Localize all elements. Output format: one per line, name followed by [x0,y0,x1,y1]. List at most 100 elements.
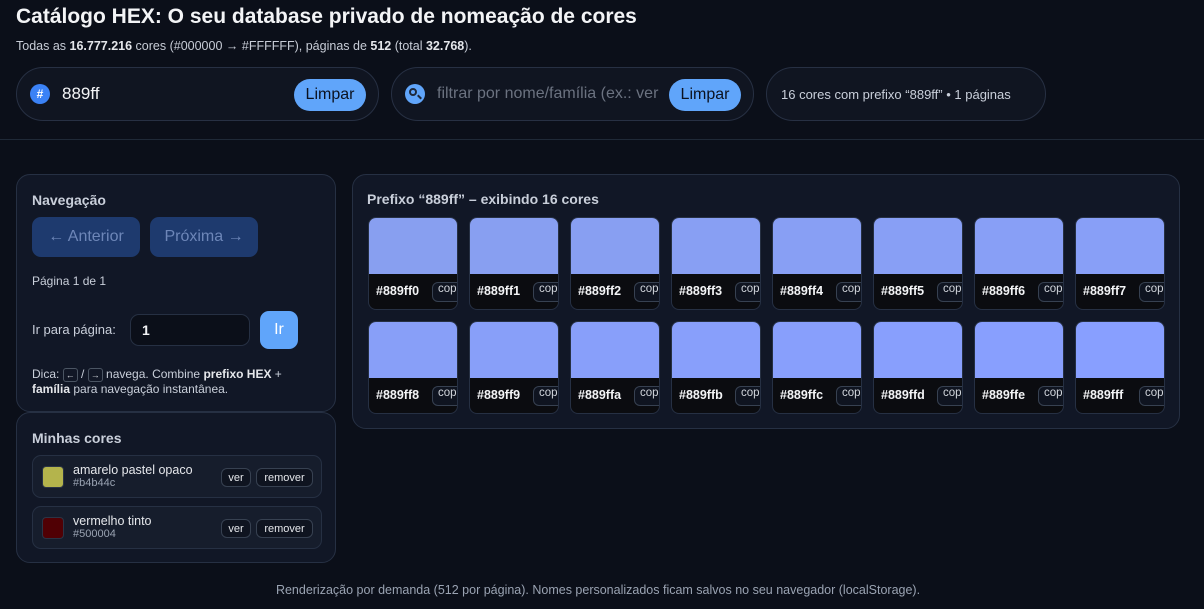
next-page-button[interactable]: Próxima → [150,217,258,257]
prefix-search-bar: # Limpar [16,67,379,121]
color-swatch-card[interactable]: #889ff0 copiar [368,217,458,310]
swatch-hex: #889ff0 [376,284,420,298]
footer-note: Renderização por demanda (512 por página… [275,583,921,597]
copy-button[interactable]: copiar [836,282,861,302]
copy-button[interactable]: copiar [1139,386,1164,406]
remove-button[interactable]: remover [256,468,313,487]
swatch-hex: #889ff9 [477,388,521,402]
prefix-input[interactable] [62,84,282,104]
color-swatch [42,517,64,539]
color-swatch-card[interactable]: #889ff7 copiar [1075,217,1165,310]
swatch-color[interactable] [975,322,1063,378]
copy-button[interactable]: copiar [1038,282,1063,302]
view-button[interactable]: ver [221,519,251,538]
my-color-item: amarelo pastel opaco #b4b44c ver remover [32,455,322,498]
swatch-color[interactable] [369,218,457,274]
color-swatch-card[interactable]: #889ff2 copiar [570,217,660,310]
right-arrow-key-icon: → [87,368,103,382]
copy-button[interactable]: copiar [735,386,760,406]
swatch-color[interactable] [571,218,659,274]
go-button[interactable]: Ir [260,311,298,349]
swatch-hex: #889ff8 [376,388,420,402]
color-swatch-card[interactable]: #889ffd copiar [873,321,963,414]
swatch-hex: #889ff2 [578,284,622,298]
goto-page-input[interactable] [130,314,250,346]
copy-button[interactable]: copiar [1038,386,1063,406]
swatch-color[interactable] [874,218,962,274]
color-swatch-card[interactable]: #889ff6 copiar [974,217,1064,310]
copy-button[interactable]: copiar [937,282,962,302]
filter-search-bar: Limpar [391,67,754,121]
subtitle-text: cores (#000000 → #FFFFFF), páginas de [132,39,371,53]
filter-input[interactable] [437,85,659,103]
copy-button[interactable]: copiar [533,386,558,406]
color-hex: #500004 [73,528,116,540]
copy-button[interactable]: copiar [533,282,558,302]
swatch-hex: #889ff6 [982,284,1026,298]
color-swatch-card[interactable]: #889ffe copiar [974,321,1064,414]
color-swatch-card[interactable]: #889ff3 copiar [671,217,761,310]
my-colors-panel: Minhas cores amarelo pastel opaco #b4b44… [16,412,336,563]
swatch-hex: #889ff4 [780,284,824,298]
tip-text: para navegação instantânea. [70,382,229,396]
result-count: 16 cores com prefixo “889ff” • 1 páginas [766,67,1046,121]
copy-button[interactable]: copiar [634,386,659,406]
grid-heading: Prefixo “889ff” – exibindo 16 cores [367,191,599,207]
swatch-color[interactable] [571,322,659,378]
copy-button[interactable]: copiar [634,282,659,302]
color-name: amarelo pastel opaco [73,463,193,477]
swatch-color[interactable] [672,322,760,378]
color-name: vermelho tinto [73,514,152,528]
remove-button[interactable]: remover [256,519,313,538]
swatch-color[interactable] [470,218,558,274]
copy-button[interactable]: copiar [735,282,760,302]
page-subtitle: Todas as 16.777.216 cores (#000000 → #FF… [16,39,637,53]
swatch-color[interactable] [470,322,558,378]
swatch-hex: #889ffd [881,388,925,402]
tip-bold: prefixo HEX [203,367,272,381]
swatch-hex: #889ff1 [477,284,521,298]
swatch-hex: #889ffc [780,388,824,402]
swatch-color[interactable] [369,322,457,378]
copy-button[interactable]: copiar [836,386,861,406]
page-title: Catálogo HEX: O seu database privado de … [16,5,637,28]
swatch-color[interactable] [773,218,861,274]
color-swatch-card[interactable]: #889ffc copiar [772,321,862,414]
navigation-heading: Navegação [32,192,106,208]
goto-page-label: Ir para página: [32,322,116,337]
total-pages: 32.768 [425,39,465,53]
color-swatch-card[interactable]: #889fff copiar [1075,321,1165,414]
copy-button[interactable]: copiar [432,282,457,302]
copy-button[interactable]: copiar [432,386,457,406]
color-swatch-card[interactable]: #889ffb copiar [671,321,761,414]
color-swatch-card[interactable]: #889ff9 copiar [469,321,559,414]
swatch-color[interactable] [975,218,1063,274]
color-swatch-card[interactable]: #889ff1 copiar [469,217,559,310]
view-button[interactable]: ver [221,468,251,487]
color-swatch-card[interactable]: #889ff8 copiar [368,321,458,414]
swatch-color[interactable] [672,218,760,274]
my-color-item: vermelho tinto #500004 ver remover [32,506,322,549]
copy-button[interactable]: copiar [1139,282,1164,302]
copy-button[interactable]: copiar [937,386,962,406]
clear-filter-button[interactable]: Limpar [669,79,741,111]
swatch-hex: #889ffe [982,388,1026,402]
color-swatch-card[interactable]: #889ff5 copiar [873,217,963,310]
page-header: Catálogo HEX: O seu database privado de … [16,5,637,53]
swatch-color[interactable] [773,322,861,378]
swatch-color[interactable] [874,322,962,378]
page-size: 512 [370,39,392,53]
swatch-color[interactable] [1076,218,1164,274]
subtitle-text: ). [464,39,472,53]
color-swatch-card[interactable]: #889ff4 copiar [772,217,862,310]
swatch-color[interactable] [1076,322,1164,378]
navigation-panel: Navegação ← Anterior Próxima → Página 1 … [16,174,336,412]
hash-icon: # [30,84,50,104]
previous-page-button[interactable]: ← Anterior [32,217,140,257]
header-divider [0,139,1204,140]
color-grid-panel: Prefixo “889ff” – exibindo 16 cores #889… [352,174,1180,429]
clear-prefix-button[interactable]: Limpar [294,79,366,111]
subtitle-text: (total [391,39,426,53]
navigation-tip: Dica: ← / → navega. Combine prefixo HEX … [32,367,322,397]
color-swatch-card[interactable]: #889ffa copiar [570,321,660,414]
